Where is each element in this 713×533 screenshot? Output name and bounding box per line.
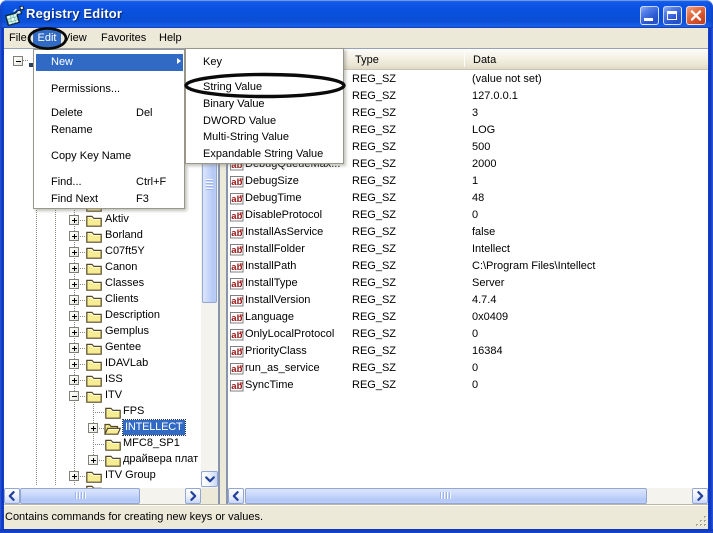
svg-text:ab: ab: [231, 279, 242, 290]
svg-text:ab: ab: [231, 245, 242, 256]
svg-text:ab: ab: [231, 177, 242, 188]
svg-text:ab: ab: [231, 330, 242, 341]
svg-text:ab: ab: [231, 211, 242, 222]
svg-text:ab: ab: [231, 228, 242, 239]
svg-text:ab: ab: [231, 313, 242, 324]
svg-text:ab: ab: [231, 296, 242, 307]
svg-text:ab: ab: [231, 194, 242, 205]
svg-text:ab: ab: [231, 364, 242, 375]
svg-text:ab: ab: [231, 347, 242, 358]
svg-text:ab: ab: [231, 262, 242, 273]
svg-text:ab: ab: [231, 381, 242, 392]
